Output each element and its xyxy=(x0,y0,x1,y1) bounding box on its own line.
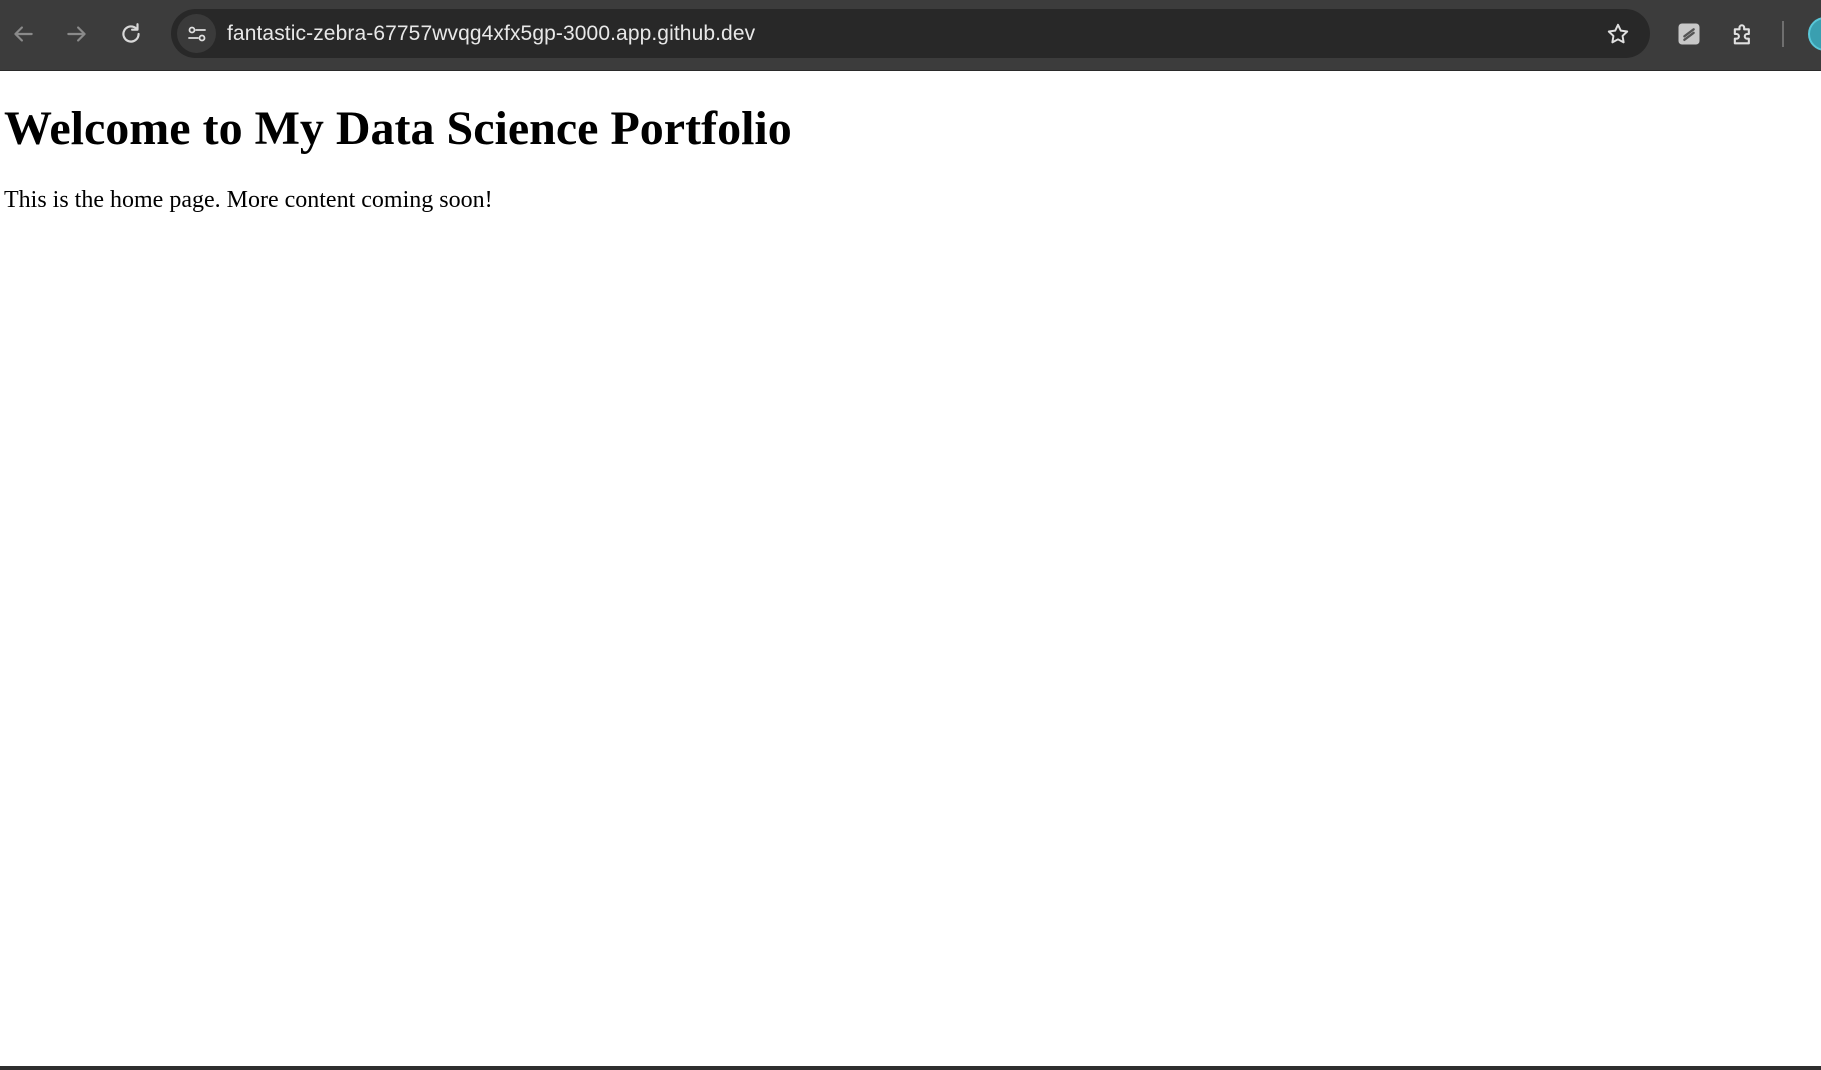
arrow-left-icon xyxy=(14,26,33,42)
toolbar-divider xyxy=(1782,21,1784,47)
tune-icon xyxy=(187,26,206,41)
back-button[interactable] xyxy=(2,13,44,55)
reload-button[interactable] xyxy=(110,13,152,55)
star-icon xyxy=(1607,23,1628,43)
extensions-menu-button[interactable] xyxy=(1722,13,1764,55)
extension-icon xyxy=(1678,23,1700,45)
puzzle-icon xyxy=(1733,24,1750,45)
page-content: Welcome to My Data Science Portfolio Thi… xyxy=(0,71,1821,1066)
window-bottom-edge xyxy=(0,1066,1821,1070)
browser-toolbar: fantastic-zebra-67757wvqg4xfx5gp-3000.ap… xyxy=(0,0,1821,71)
reload-icon xyxy=(122,23,140,43)
page-title: Welcome to My Data Science Portfolio xyxy=(4,102,792,155)
url-text[interactable]: fantastic-zebra-67757wvqg4xfx5gp-3000.ap… xyxy=(227,9,755,58)
pinned-extension-button[interactable] xyxy=(1668,13,1710,55)
address-bar[interactable]: fantastic-zebra-67757wvqg4xfx5gp-3000.ap… xyxy=(171,9,1650,58)
arrow-right-icon xyxy=(67,26,86,42)
page-body-text: This is the home page. More content comi… xyxy=(4,187,493,213)
profile-avatar[interactable] xyxy=(1808,17,1821,51)
site-info-button[interactable] xyxy=(177,14,216,53)
bookmark-button[interactable] xyxy=(1599,15,1636,52)
forward-button[interactable] xyxy=(56,13,98,55)
